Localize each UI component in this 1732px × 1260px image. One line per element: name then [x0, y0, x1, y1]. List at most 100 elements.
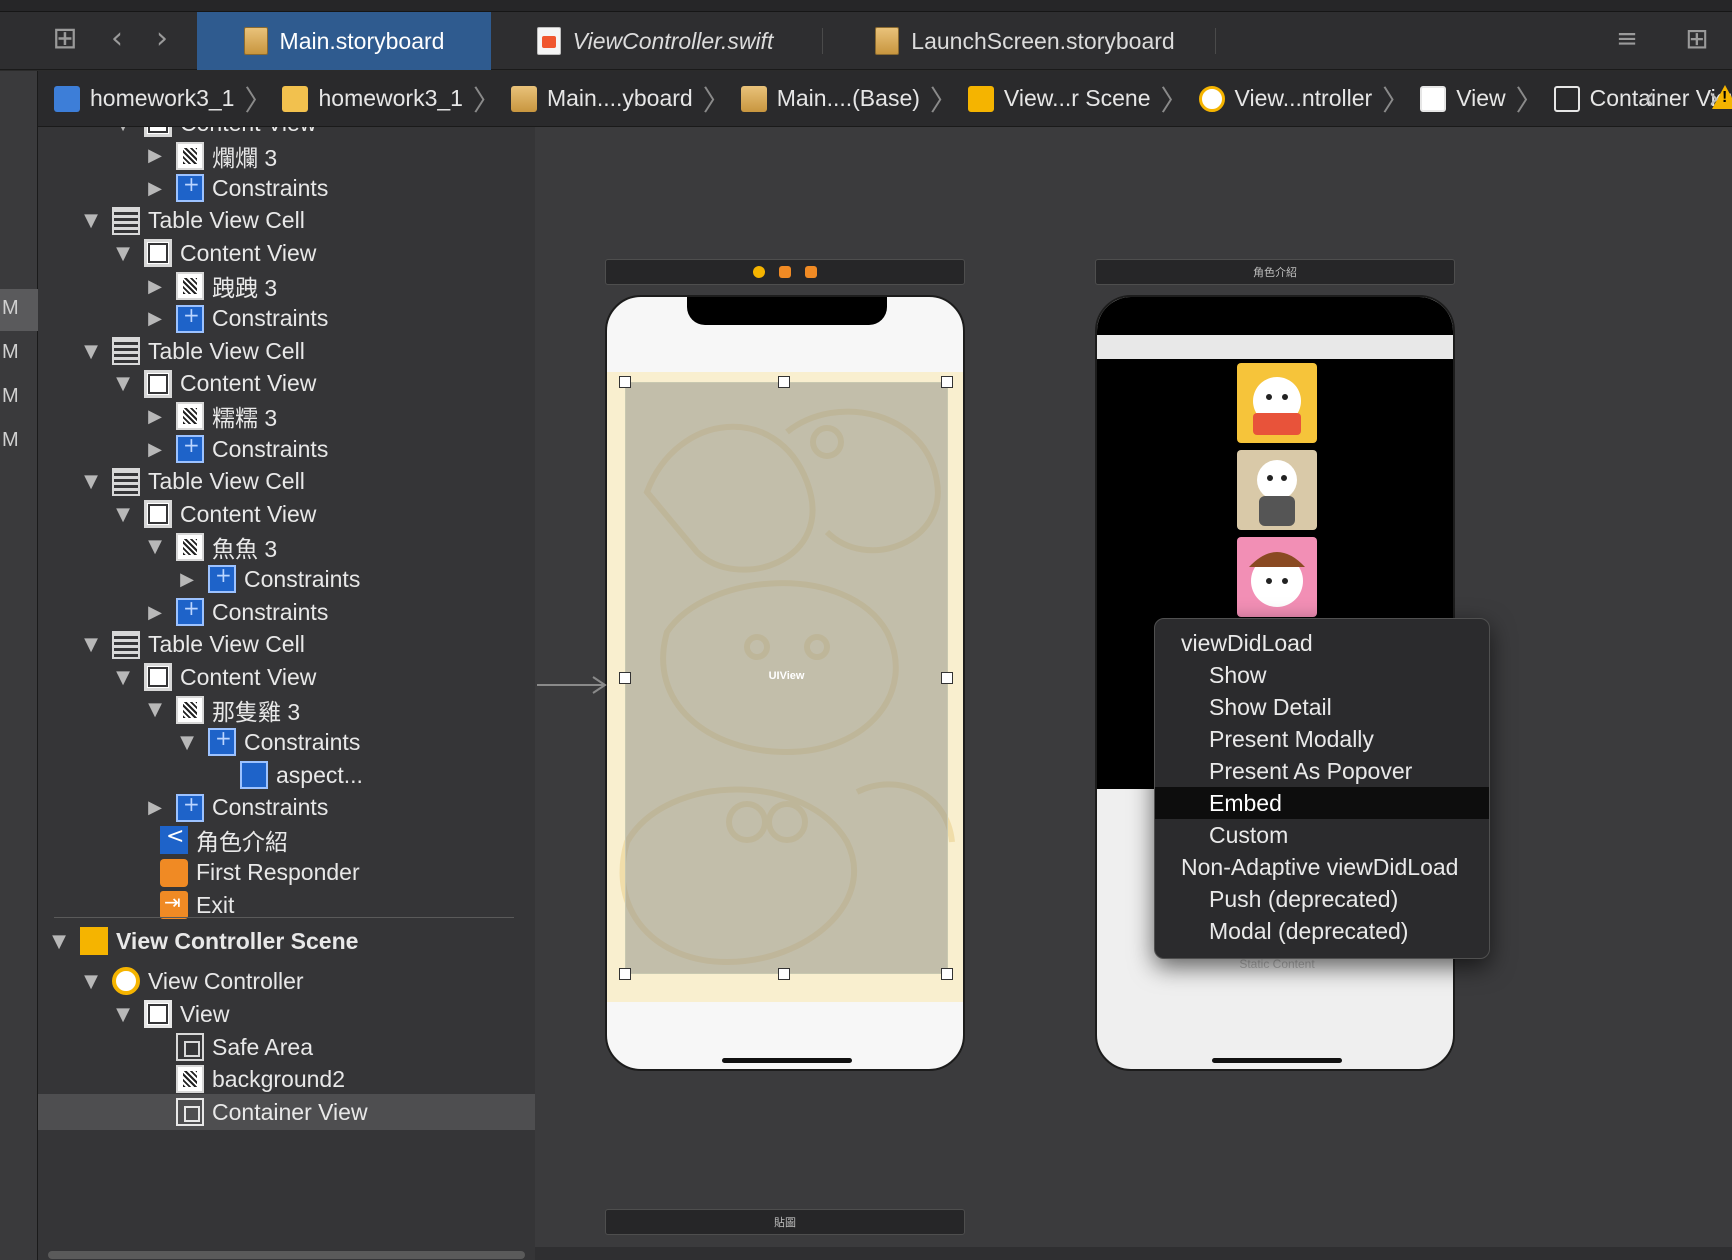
outline-row[interactable]: ▼ Content View: [38, 496, 535, 532]
breadcrumb-storyboard-base[interactable]: Main....(Base): [740, 85, 920, 112]
segue-option[interactable]: Custom: [1155, 819, 1489, 851]
outline-row[interactable]: ▶ Constraints: [38, 431, 535, 467]
outline-row[interactable]: ▶ 跩跩 3: [38, 268, 535, 304]
disclosure-collapsed-icon[interactable]: ▶: [144, 308, 166, 329]
sticker-cat-popcorn[interactable]: [1237, 363, 1317, 443]
outline-row[interactable]: aspect...: [38, 757, 535, 793]
disclosure-expanded-icon[interactable]: ▼: [112, 373, 134, 394]
issue-next-chevron-icon[interactable]: ›: [1708, 71, 1720, 127]
outline-row[interactable]: Container View: [38, 1094, 535, 1130]
tab-viewcontroller-swift[interactable]: ViewController.swift: [520, 12, 790, 70]
disclosure-expanded-icon[interactable]: ▼: [112, 243, 134, 264]
segue-option[interactable]: Present Modally: [1155, 723, 1489, 755]
outline-row[interactable]: ▼ View Controller: [38, 963, 535, 999]
add-editor-split-icon[interactable]: ⊞: [1680, 22, 1714, 56]
outline-row[interactable]: ▼ Content View: [38, 235, 535, 271]
disclosure-collapsed-icon[interactable]: ▶: [144, 276, 166, 297]
scene-dock-view-controller[interactable]: [605, 259, 965, 285]
outline-row[interactable]: Safe Area: [38, 1029, 535, 1065]
disclosure-expanded-icon[interactable]: ▼: [80, 210, 102, 231]
resize-handle[interactable]: [619, 672, 631, 684]
scene-dock-role-intro[interactable]: 角色介紹: [1095, 259, 1455, 285]
resize-handle[interactable]: [778, 968, 790, 980]
outline-row[interactable]: ▼ Content View: [38, 366, 535, 402]
resize-handle[interactable]: [941, 672, 953, 684]
related-items-grid-icon[interactable]: ⊞: [48, 22, 82, 56]
back-chevron-icon[interactable]: ‹: [100, 22, 134, 56]
disclosure-collapsed-icon[interactable]: ▶: [144, 145, 166, 166]
canvas-horizontal-scrollbar[interactable]: [535, 1247, 1732, 1260]
outline-row[interactable]: ▶ Constraints: [38, 170, 535, 206]
breadcrumb-view[interactable]: View: [1420, 85, 1506, 112]
outline-row[interactable]: ▶ Constraints: [38, 594, 535, 630]
disclosure-collapsed-icon[interactable]: ▶: [144, 439, 166, 460]
outline-row[interactable]: ▼ View Controller Scene: [38, 923, 535, 959]
first-responder-dock-icon[interactable]: [779, 266, 791, 278]
outline-row[interactable]: ▼ Table View Cell: [38, 627, 535, 663]
breadcrumb-scene[interactable]: View...r Scene: [967, 85, 1151, 112]
outline-row[interactable]: ▼ Table View Cell: [38, 203, 535, 239]
disclosure-expanded-icon[interactable]: ▼: [144, 699, 166, 720]
outline-horizontal-scrollbar[interactable]: [48, 1251, 525, 1259]
segue-option[interactable]: Show Detail: [1155, 691, 1489, 723]
editor-options-lines-icon[interactable]: ≡: [1610, 22, 1644, 56]
segue-option[interactable]: Show: [1155, 659, 1489, 691]
view-controller-dock-icon[interactable]: [753, 266, 765, 278]
disclosure-expanded-icon[interactable]: ▼: [112, 127, 134, 134]
segue-option[interactable]: Embed: [1155, 787, 1489, 819]
disclosure-collapsed-icon[interactable]: ▶: [144, 178, 166, 199]
disclosure-collapsed-icon[interactable]: ▶: [176, 569, 198, 590]
resize-handle[interactable]: [778, 376, 790, 388]
outline-row[interactable]: 角色介紹: [38, 822, 535, 858]
tab-launchscreen-storyboard[interactable]: LaunchScreen.storyboard: [860, 12, 1190, 70]
outline-row[interactable]: ▶ 糯糯 3: [38, 398, 535, 434]
container-view-uiview[interactable]: UIView: [625, 382, 948, 974]
disclosure-expanded-icon[interactable]: ▼: [80, 634, 102, 655]
tab-main-storyboard[interactable]: Main.storyboard: [197, 12, 491, 70]
resize-handle[interactable]: [941, 968, 953, 980]
storyboard-canvas[interactable]: UIView 角色介紹 Static Content 貼圖: [535, 127, 1732, 1260]
outline-row[interactable]: ▶ Constraints: [38, 790, 535, 826]
outline-row[interactable]: background2: [38, 1061, 535, 1097]
segue-option[interactable]: Present As Popover: [1155, 755, 1489, 787]
outline-row[interactable]: ▼ Table View Cell: [38, 464, 535, 500]
outline-row[interactable]: ▶ Constraints: [38, 301, 535, 337]
issue-prev-chevron-icon[interactable]: ‹: [1643, 71, 1655, 127]
outline-row[interactable]: ▶ 爛爛 3: [38, 138, 535, 174]
sticker-cat-hat[interactable]: [1237, 537, 1317, 617]
disclosure-expanded-icon[interactable]: ▼: [80, 971, 102, 992]
disclosure-expanded-icon[interactable]: ▼: [80, 341, 102, 362]
resize-handle[interactable]: [619, 968, 631, 980]
exit-dock-icon[interactable]: [805, 266, 817, 278]
breadcrumb-group[interactable]: homework3_1: [282, 85, 463, 112]
scene-dock-stickers[interactable]: 貼圖: [605, 1209, 965, 1235]
disclosure-collapsed-icon[interactable]: ▶: [144, 602, 166, 623]
segue-option[interactable]: Push (deprecated): [1155, 883, 1489, 915]
disclosure-expanded-icon[interactable]: ▼: [112, 504, 134, 525]
disclosure-collapsed-icon[interactable]: ▶: [144, 406, 166, 427]
sticker-cat-costume[interactable]: [1237, 450, 1317, 530]
view-controller-phone-frame[interactable]: UIView: [605, 295, 965, 1071]
resize-handle[interactable]: [619, 376, 631, 388]
disclosure-expanded-icon[interactable]: ▼: [176, 732, 198, 753]
breadcrumb-storyboard[interactable]: Main....yboard: [510, 85, 693, 112]
outline-row[interactable]: ▼ Table View Cell: [38, 333, 535, 369]
disclosure-collapsed-icon[interactable]: ▶: [144, 797, 166, 818]
outline-row[interactable]: ▼ View: [38, 996, 535, 1032]
segue-type-menu[interactable]: viewDidLoad Show Show Detail Present Modall…: [1154, 618, 1490, 959]
outline-row[interactable]: First Responder: [38, 855, 535, 891]
disclosure-expanded-icon[interactable]: ▼: [80, 471, 102, 492]
resize-handle[interactable]: [941, 376, 953, 388]
outline-row[interactable]: ▼ 那隻雞 3: [38, 692, 535, 728]
disclosure-expanded-icon[interactable]: ▼: [48, 931, 70, 952]
disclosure-expanded-icon[interactable]: ▼: [112, 1004, 134, 1025]
outline-row[interactable]: ▼ Content View: [38, 659, 535, 695]
outline-row[interactable]: ▼ 魚魚 3: [38, 529, 535, 565]
outline-row[interactable]: ▼ Constraints: [38, 724, 535, 760]
outline-row[interactable]: ▶ Constraints: [38, 561, 535, 597]
disclosure-expanded-icon[interactable]: ▼: [144, 536, 166, 557]
breadcrumb-project[interactable]: homework3_1: [54, 85, 234, 112]
disclosure-expanded-icon[interactable]: ▼: [112, 667, 134, 688]
navigation-bar[interactable]: [1097, 335, 1453, 359]
segue-option[interactable]: Modal (deprecated): [1155, 915, 1489, 947]
